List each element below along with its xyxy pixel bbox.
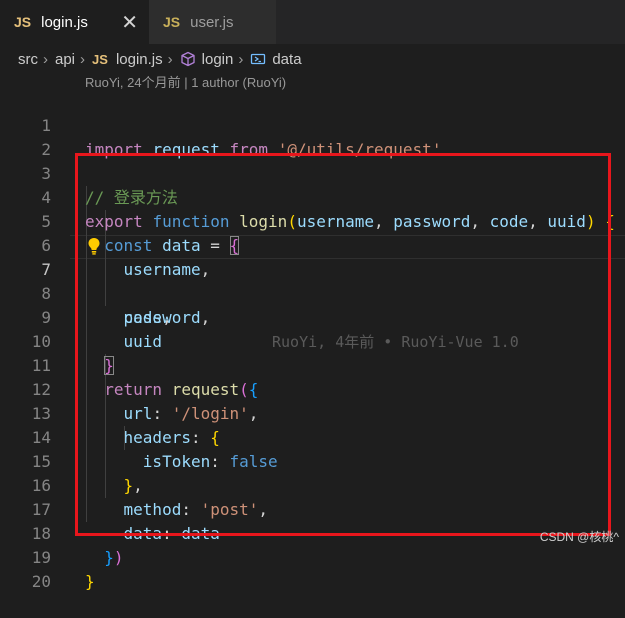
- close-icon[interactable]: ✕: [121, 10, 138, 35]
- breadcrumb-item-api[interactable]: api: [55, 51, 75, 68]
- codelens-author-info[interactable]: RuoYi, 24个月前 | 1 author (RuoYi): [85, 72, 286, 91]
- tab-label: login.js: [41, 13, 88, 31]
- line-number: 20: [31, 572, 51, 591]
- tab-label: user.js: [190, 13, 234, 31]
- code-line: 20: [0, 546, 625, 591]
- red-highlight-annotation: [75, 153, 611, 536]
- breadcrumb-item-src[interactable]: src: [18, 51, 38, 68]
- chevron-right-icon: ›: [167, 50, 173, 68]
- javascript-file-icon: JS: [14, 14, 32, 30]
- code-line: 1 import request from '@/utils/request': [0, 90, 625, 159]
- editor-tab-bar: JS login.js ✕ JS user.js: [0, 0, 625, 44]
- variable-icon: [251, 53, 266, 65]
- cube-icon: [180, 51, 195, 67]
- watermark-text: CSDN @核桃^: [539, 530, 619, 544]
- chevron-right-icon: ›: [43, 50, 48, 68]
- chevron-right-icon: ›: [238, 50, 244, 68]
- javascript-file-icon: JS: [92, 51, 108, 67]
- javascript-file-icon: JS: [163, 14, 181, 30]
- tab-user-js[interactable]: JS user.js: [148, 0, 276, 44]
- code-line: 2: [0, 114, 625, 159]
- breadcrumb-item-file[interactable]: login.js: [116, 51, 163, 68]
- chevron-right-icon: ›: [80, 50, 86, 68]
- token-bracket: }: [85, 572, 95, 591]
- breadcrumb: src › api › JS login.js › login › data: [18, 48, 302, 70]
- breadcrumb-item-variable[interactable]: data: [272, 51, 301, 68]
- tab-login-js[interactable]: JS login.js ✕: [0, 0, 148, 44]
- breadcrumb-item-function[interactable]: login: [202, 51, 234, 68]
